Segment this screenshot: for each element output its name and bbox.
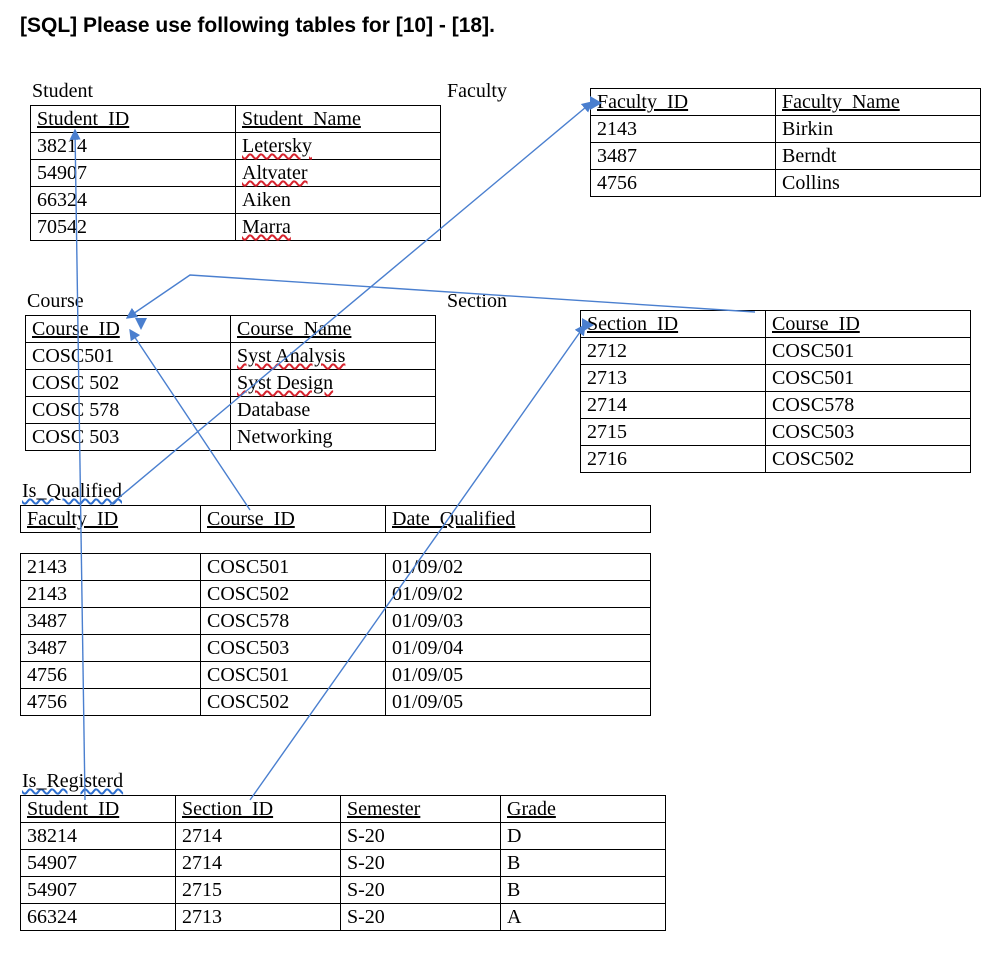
table-row: COSC 503Networking <box>26 424 436 451</box>
table-row: 4756COSC50201/09/05 <box>21 689 651 716</box>
col-header: Section_ID <box>587 313 678 335</box>
table-row: 4756Collins <box>591 170 981 197</box>
col-header: Faculty_ID <box>597 91 688 113</box>
table-row: 549072714S-20B <box>21 850 666 877</box>
col-header: Date_Qualified <box>392 508 515 530</box>
table-row: 38214Letersky <box>31 133 441 160</box>
section-label: Section <box>447 290 507 313</box>
section-table: Section_ID Course_ID 2712COSC501 2713COS… <box>580 310 971 473</box>
table-row: 3487Berndt <box>591 143 981 170</box>
col-header: Course_ID <box>207 508 295 530</box>
col-header: Student_ID <box>37 108 129 130</box>
table-row: 4756COSC50101/09/05 <box>21 662 651 689</box>
table-row: 2713COSC501 <box>581 365 971 392</box>
table-row: 66324Aiken <box>31 187 441 214</box>
table-row: 549072715S-20B <box>21 877 666 904</box>
course-table-block: Course Course_ID Course_Name COSC501Syst… <box>25 290 436 451</box>
col-header: Semester <box>347 798 420 820</box>
table-row: Course_ID Course_Name <box>26 316 436 343</box>
is-qualified-table: Faculty_ID Course_ID Date_Qualified 2143… <box>20 505 651 716</box>
col-header: Grade <box>507 798 556 820</box>
table-row: COSC501Syst Analysis <box>26 343 436 370</box>
col-header: Section_ID <box>182 798 273 820</box>
col-header: Course_ID <box>772 313 860 335</box>
col-header: Course_ID <box>32 318 120 340</box>
table-row: 3487COSC50301/09/04 <box>21 635 651 662</box>
table-row: Student_ID Section_ID Semester Grade <box>21 796 666 823</box>
student-label: Student <box>32 80 441 103</box>
table-row: 2715COSC503 <box>581 419 971 446</box>
course-label: Course <box>27 290 436 313</box>
student-table-block: Student Student_ID Student_Name 38214Let… <box>30 80 441 241</box>
col-header: Course_Name <box>237 318 351 340</box>
is-qualified-label: Is_Qualified <box>22 480 651 503</box>
table-row: COSC 578Database <box>26 397 436 424</box>
table-row: 663242713S-20A <box>21 904 666 931</box>
table-row: Student_ID Student_Name <box>31 106 441 133</box>
faculty-table: Faculty_ID Faculty_Name 2143Birkin 3487B… <box>590 88 981 197</box>
is-registered-table-block: Is_Registerd Student_ID Section_ID Semes… <box>20 770 666 931</box>
table-row: 2712COSC501 <box>581 338 971 365</box>
table-row: 70542Marra <box>31 214 441 241</box>
col-header: Faculty_ID <box>27 508 118 530</box>
table-row: 382142714S-20D <box>21 823 666 850</box>
section-table-block: Section_ID Course_ID 2712COSC501 2713COS… <box>580 310 971 473</box>
table-row: Faculty_ID Faculty_Name <box>591 89 981 116</box>
table-row: 2143COSC50101/09/02 <box>21 554 651 581</box>
table-row: Section_ID Course_ID <box>581 311 971 338</box>
is-qualified-table-block: Is_Qualified Faculty_ID Course_ID Date_Q… <box>20 480 651 716</box>
student-table: Student_ID Student_Name 38214Letersky 54… <box>30 105 441 241</box>
faculty-table-block: Faculty_ID Faculty_Name 2143Birkin 3487B… <box>590 88 981 197</box>
is-registered-label: Is_Registerd <box>22 770 666 793</box>
table-row: 3487COSC57801/09/03 <box>21 608 651 635</box>
col-header: Faculty_Name <box>782 91 900 113</box>
course-table: Course_ID Course_Name COSC501Syst Analys… <box>25 315 436 451</box>
table-row: 54907Altvater <box>31 160 441 187</box>
faculty-label: Faculty <box>447 80 507 103</box>
table-row: 2143Birkin <box>591 116 981 143</box>
table-row: 2714COSC578 <box>581 392 971 419</box>
table-row: Faculty_ID Course_ID Date_Qualified <box>21 506 651 533</box>
spacer-row <box>21 533 651 554</box>
table-row: 2143COSC50201/09/02 <box>21 581 651 608</box>
page-title: [SQL] Please use following tables for [1… <box>20 14 1004 38</box>
table-row: 2716COSC502 <box>581 446 971 473</box>
table-row: COSC 502Syst Design <box>26 370 436 397</box>
col-header: Student_Name <box>242 108 361 130</box>
is-registered-table: Student_ID Section_ID Semester Grade 382… <box>20 795 666 931</box>
col-header: Student_ID <box>27 798 119 820</box>
